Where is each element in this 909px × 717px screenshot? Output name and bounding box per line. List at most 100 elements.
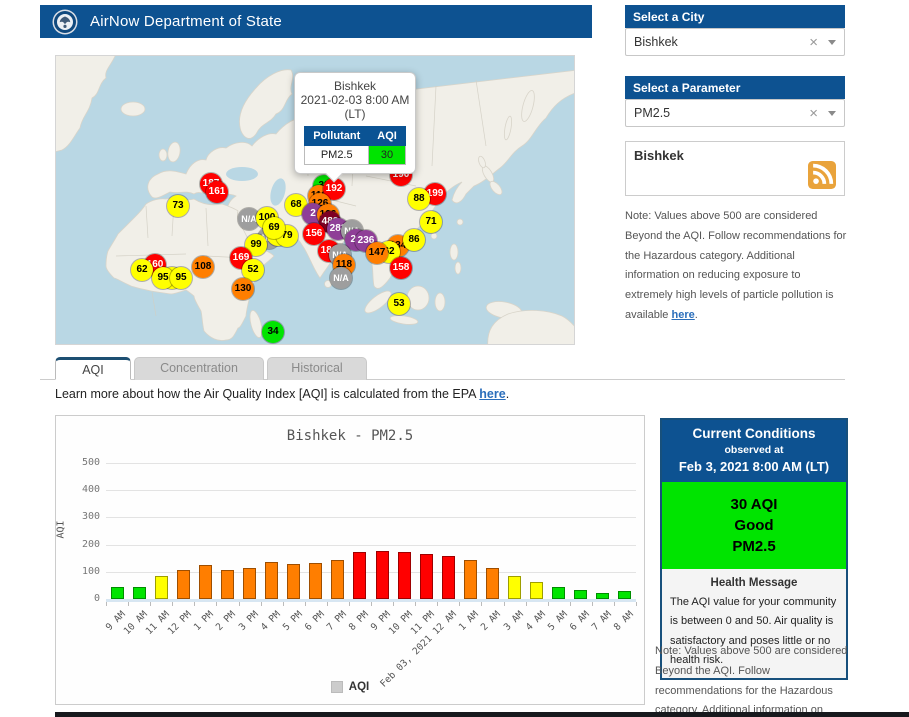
map-marker[interactable]: 147	[366, 242, 388, 264]
note-text: Note: Values above 500 are considered Be…	[655, 645, 847, 717]
rss-icon[interactable]	[808, 161, 836, 189]
bar[interactable]	[574, 590, 587, 599]
map-marker[interactable]: 95	[170, 267, 192, 289]
x-axis-tick	[415, 602, 416, 606]
learn-more-here-link[interactable]: here	[479, 387, 505, 401]
aqi-bar-chart: Bishkek - PM2.5 AQI 01002003004005009 AM…	[55, 415, 645, 705]
map-marker[interactable]: 86	[403, 229, 425, 251]
learn-more-prefix: Learn more about how the Air Quality Ind…	[55, 387, 479, 401]
bar[interactable]	[442, 556, 455, 599]
aqi-parameter: PM2.5	[662, 536, 846, 557]
learn-more-suffix: .	[506, 387, 509, 401]
bar[interactable]	[133, 587, 146, 599]
x-axis-tick	[437, 602, 438, 606]
map-marker[interactable]: 88	[408, 188, 430, 210]
map-marker[interactable]: 69	[263, 217, 285, 239]
note-here-link[interactable]: here	[671, 309, 694, 321]
map-marker[interactable]: 34	[262, 321, 284, 343]
tooltip-aqi-value: 30	[369, 146, 406, 165]
tab-historical[interactable]: Historical	[267, 357, 367, 380]
clear-city-icon[interactable]: ×	[809, 35, 818, 50]
bar[interactable]	[221, 570, 234, 599]
tooltip-datetime: 2021-02-03 8:00 AM	[299, 93, 411, 107]
x-axis-tick	[548, 602, 549, 606]
y-axis-tick-label: 300	[68, 511, 100, 522]
bar[interactable]	[265, 562, 278, 599]
bar[interactable]	[552, 587, 565, 599]
bar[interactable]	[464, 560, 477, 599]
x-axis-tick	[349, 602, 350, 606]
gridline	[106, 490, 636, 491]
bar[interactable]	[111, 587, 124, 599]
bar[interactable]	[199, 565, 212, 599]
gridline	[106, 517, 636, 518]
beyond-aqi-note: Note: Values above 500 are considered Be…	[625, 207, 847, 326]
bar[interactable]	[287, 564, 300, 599]
bar[interactable]	[508, 576, 521, 599]
bar[interactable]	[155, 576, 168, 599]
y-axis-tick-label: 400	[68, 484, 100, 495]
map-marker[interactable]: 71	[420, 211, 442, 233]
city-select[interactable]: Bishkek ×	[625, 28, 845, 56]
chart-tabs: AQI Concentration Historical	[55, 357, 367, 380]
x-axis-tick	[239, 602, 240, 606]
bar[interactable]	[177, 570, 190, 599]
bar[interactable]	[331, 560, 344, 599]
tooltip-table: Pollutant AQI PM2.5 30	[304, 126, 406, 165]
bar[interactable]	[618, 591, 631, 599]
aqi-value-block: 30 AQI Good PM2.5	[662, 482, 846, 569]
tooltip-timezone: (LT)	[299, 107, 411, 121]
app-title: AirNow Department of State	[90, 13, 282, 30]
bar[interactable]	[486, 568, 499, 599]
map-marker[interactable]: 108	[192, 256, 214, 278]
x-axis-tick	[216, 602, 217, 606]
x-axis-tick	[194, 602, 195, 606]
x-axis-tick	[305, 602, 306, 606]
bar[interactable]	[353, 552, 366, 599]
chevron-down-icon[interactable]	[828, 40, 836, 45]
rss-feed-box: Bishkek	[625, 141, 845, 196]
tooltip-city: Bishkek	[299, 79, 411, 93]
x-axis-tick	[614, 602, 615, 606]
bar[interactable]	[309, 563, 322, 599]
tab-concentration[interactable]: Concentration	[134, 357, 264, 380]
x-axis-tick	[261, 602, 262, 606]
bar[interactable]	[243, 568, 256, 599]
health-message-title: Health Message	[662, 569, 846, 593]
map-marker[interactable]: 158	[390, 257, 412, 279]
map-marker[interactable]: 73	[167, 195, 189, 217]
select-city-header: Select a City	[625, 5, 845, 28]
world-map[interactable]: 7318716116062939595108N/A100N/A597969991…	[55, 55, 575, 345]
gridline	[106, 545, 636, 546]
y-axis-tick-label: 200	[68, 539, 100, 550]
map-marker[interactable]: 130	[232, 278, 254, 300]
map-marker[interactable]: N/A	[330, 267, 352, 289]
map-marker[interactable]: 161	[206, 181, 228, 203]
clear-parameter-icon[interactable]: ×	[809, 106, 818, 121]
chevron-down-icon[interactable]	[828, 111, 836, 116]
chart-legend[interactable]: AQI	[56, 681, 644, 693]
app-header: AirNow Department of State	[40, 5, 592, 38]
current-conditions-panel: Current Conditions observed at Feb 3, 20…	[660, 418, 848, 680]
x-axis-tick	[459, 602, 460, 606]
y-axis-tick-label: 500	[68, 457, 100, 468]
department-of-state-seal-icon	[52, 9, 78, 35]
bar[interactable]	[376, 551, 389, 599]
current-conditions-header: Current Conditions observed at Feb 3, 20…	[662, 420, 846, 482]
y-axis-tick-label: 100	[68, 566, 100, 577]
x-axis-tick	[371, 602, 372, 606]
bar[interactable]	[398, 552, 411, 599]
tab-aqi[interactable]: AQI	[55, 357, 131, 380]
aqi-value: 30 AQI	[662, 494, 846, 515]
parameter-select[interactable]: PM2.5 ×	[625, 99, 845, 127]
x-axis-tick	[526, 602, 527, 606]
learn-more-text: Learn more about how the Air Quality Ind…	[55, 387, 509, 401]
bar[interactable]	[530, 582, 543, 599]
bar[interactable]	[420, 554, 433, 599]
map-marker[interactable]: 62	[131, 259, 153, 281]
x-axis-line	[106, 599, 636, 602]
x-axis-tick	[636, 602, 637, 606]
map-marker[interactable]: 53	[388, 293, 410, 315]
x-axis-tick	[393, 602, 394, 606]
tooltip-col-aqi: AQI	[369, 127, 406, 146]
